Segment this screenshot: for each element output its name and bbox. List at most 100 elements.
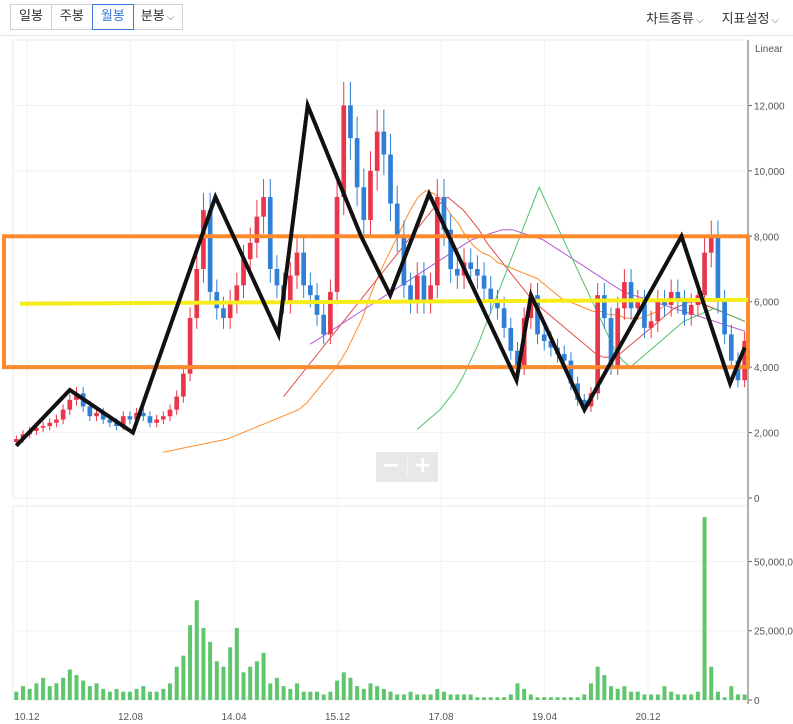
volume-bar [274,677,279,700]
volume-bar [682,694,687,700]
volume-bar [729,686,734,700]
volume-bar [695,691,700,700]
zoom-in-button[interactable]: + [408,452,439,482]
candle-body [622,282,627,309]
candle-body [247,242,253,260]
volume-bar [107,691,112,700]
volume-bar [502,697,507,700]
volume-bar [542,697,547,700]
chart-type-menu[interactable]: 차트종류 ⌵ [646,8,703,27]
volume-bar [415,694,420,700]
volume-bar [495,697,500,700]
volume-bar [629,691,634,700]
volume-bar [595,666,600,700]
price-tick-label: 12,000 [754,101,785,112]
volume-bar [361,688,366,700]
volume-bar [94,683,99,700]
x-tick-label: 19.04 [532,712,557,723]
candle-body [314,295,320,315]
candle-body [328,291,333,335]
price-volume-chart[interactable]: Linear 0 2,000 4,000 6,000 8,000 10,000 12,000 0… [0,36,793,724]
candle-body [234,285,240,302]
volume-panel-frame [12,505,749,701]
candle-body [47,422,53,427]
candle-body [40,426,46,428]
volume-bar [101,688,106,700]
volume-bar [114,688,119,700]
volume-bar [221,666,226,700]
x-tick-label: 10.12 [14,712,39,723]
volume-bar [294,683,299,700]
volume-bar [288,688,293,700]
volume-bar [161,688,166,700]
x-tick-label: 15.12 [325,712,350,723]
tab-monthly[interactable]: 월봉 [91,4,134,30]
candle-body [368,170,373,220]
candle-body [682,301,687,315]
zoom-out-button[interactable]: − [376,452,407,482]
candle-body [374,131,380,171]
volume-bar [34,683,39,700]
indicator-settings-menu[interactable]: 지표설정 ⌵ [722,8,779,27]
volume-bar [134,688,139,700]
volume-bar [61,677,66,700]
volume-bar [475,697,480,700]
volume-tick-label: 50,000,000 [754,557,793,568]
volume-bar [174,666,179,700]
volume-bar [301,691,306,700]
candle-body [428,285,433,302]
volume-bar [408,691,413,700]
volume-bar [308,691,313,700]
scale-label: Linear [755,44,783,55]
x-tick-label: 17.08 [428,712,453,723]
candle-body [394,203,400,237]
tab-daily[interactable]: 일봉 [11,5,52,29]
zoom-controls: − + [376,452,438,482]
volume-bar [609,686,614,700]
right-menu: 차트종류 ⌵ 지표설정 ⌵ [646,8,779,27]
volume-bar [575,697,580,700]
volume-bar [168,683,173,700]
volume-bar [87,686,92,700]
volume-bar [368,683,373,700]
volume-bar [27,688,32,700]
period-tab-group: 일봉 주봉 월봉 분봉 ⌵ [10,4,184,30]
candle-body [181,373,186,397]
candle-body [481,275,487,289]
candle-body [662,301,667,305]
zigzag-annotation [14,97,747,448]
tab-minute[interactable]: 분봉 ⌵ [133,5,183,29]
volume-bar [448,694,453,700]
candle-body [167,409,173,417]
volume-bar [47,686,52,700]
candle-body [341,105,347,198]
volume-bar [602,675,607,700]
candle-body [688,304,694,315]
volume-bar [121,691,126,700]
volume-bar [669,691,674,700]
volume-bar [702,517,707,700]
volume-bar [208,641,213,700]
volume-bar [381,688,386,700]
volume-bar [421,694,426,700]
price-tick-label: 6,000 [754,298,779,309]
candle-body [715,236,721,302]
volume-bar [181,655,186,700]
chart-type-label: 차트종류 [646,12,694,27]
volume-bar [127,691,132,700]
candle-body [468,262,474,269]
volume-bar [321,694,326,700]
tab-weekly[interactable]: 주봉 [52,5,93,29]
volume-bar [482,697,487,700]
candle-body [154,419,159,423]
candle-body [595,295,600,394]
candle-body [321,314,327,335]
volume-bar [74,675,79,700]
price-tick-label: 2,000 [754,429,779,440]
candle-body [287,275,293,302]
price-tick-label: 0 [754,494,760,505]
volume-bar [535,697,540,700]
volume-tick-label: 0 [754,696,760,707]
volume-bar [335,680,340,700]
volume-bar [435,688,440,700]
